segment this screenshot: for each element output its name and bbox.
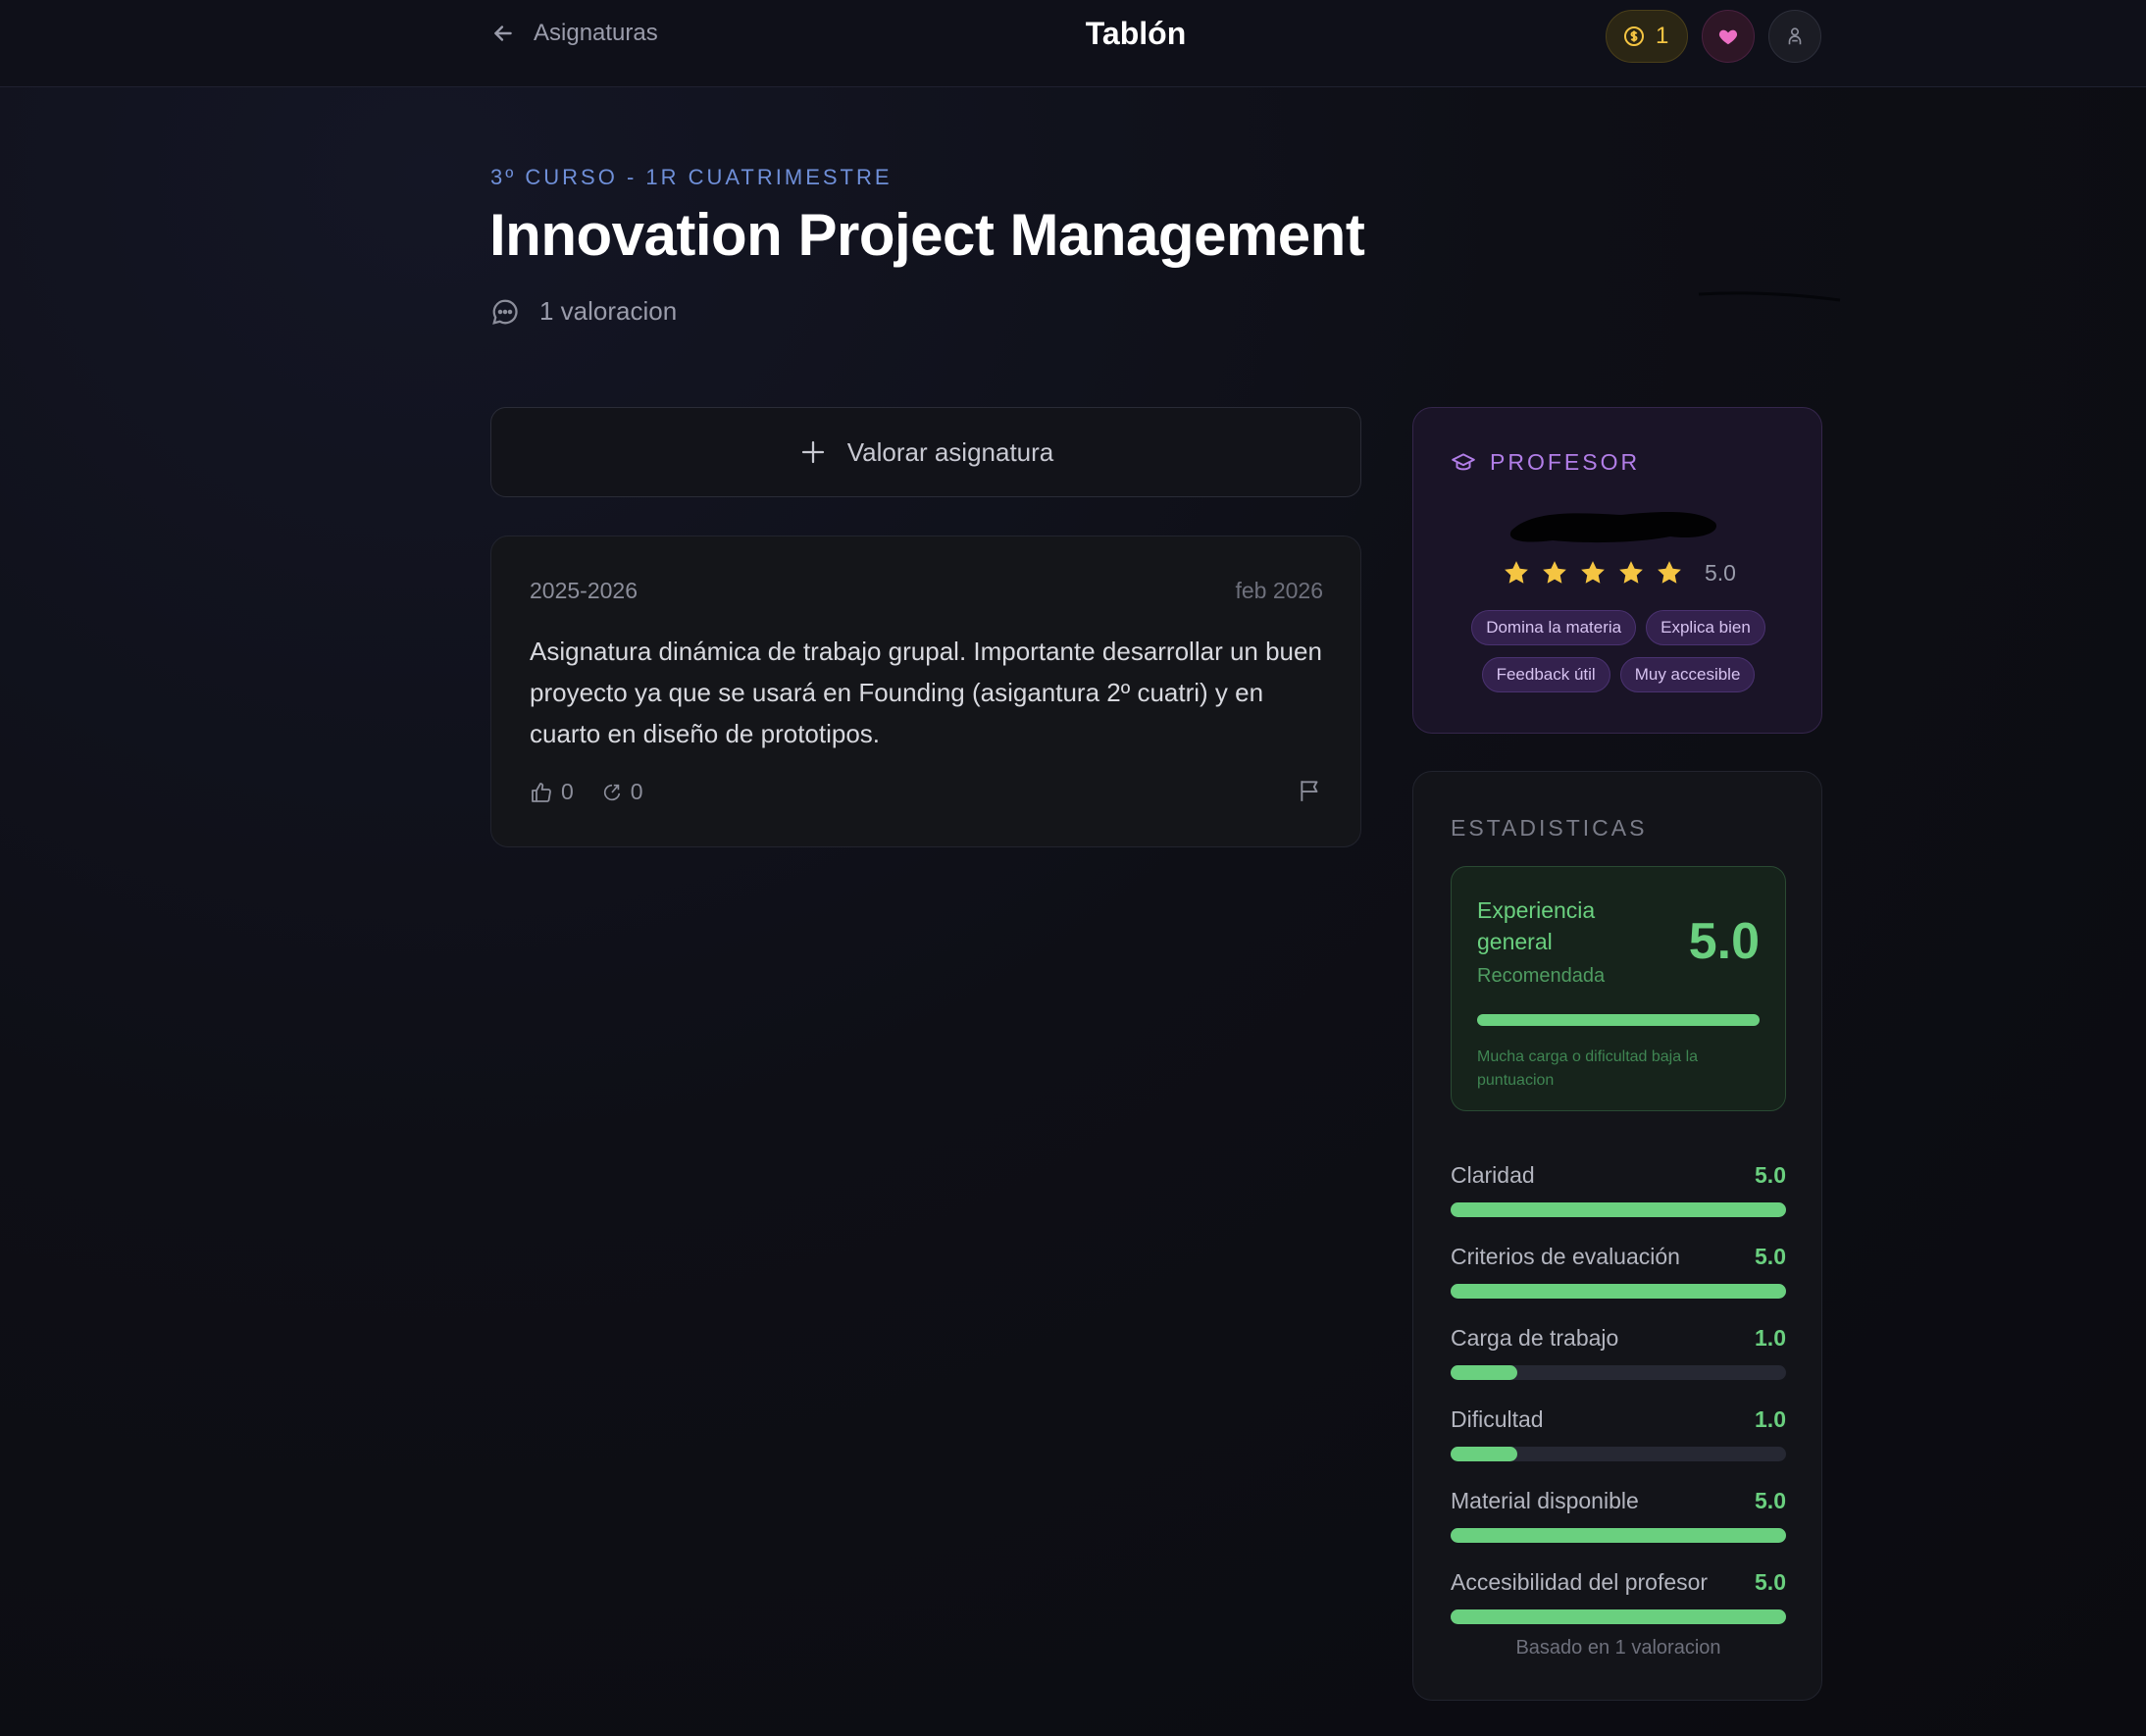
experience-label: Experiencia general [1477, 897, 1596, 954]
metric-name: Accesibilidad del profesor [1451, 1569, 1709, 1595]
metric-name: Claridad [1451, 1162, 1535, 1188]
metric-bar-fill [1451, 1202, 1786, 1217]
metric-bar-fill [1451, 1609, 1786, 1624]
star-icon [1619, 561, 1643, 584]
metric-value: 5.0 [1755, 1244, 1786, 1269]
stats-footer: Basado en 1 valoracion [1515, 1637, 1721, 1659]
metric-bar [1451, 1609, 1786, 1624]
professor-tags: Domina la materia Explica bien Feedback út… [1441, 610, 1796, 692]
metric-name: Criterios de evaluación [1451, 1244, 1680, 1269]
professor-tag: Explica bien [1646, 610, 1765, 645]
like-count: 0 [561, 779, 574, 804]
rate-course-label: Valorar asignatura [846, 436, 1054, 467]
star-icon [1581, 561, 1605, 584]
professor-tag: Domina la materia [1471, 610, 1637, 645]
rating-count: 1 valoracion [490, 296, 677, 327]
metric-bar [1451, 1365, 1786, 1380]
page-title: Tablón [1085, 16, 1187, 51]
metric-row: Criterios de evaluación 5.0 [1451, 1244, 1786, 1299]
redacted-name [1509, 512, 1716, 543]
flag-icon [1301, 781, 1318, 801]
like-button[interactable]: 0 [530, 779, 574, 805]
top-bar: Asignaturas Tablón 1 [0, 0, 2146, 87]
metric-row: Claridad 5.0 [1451, 1162, 1786, 1217]
review-year: 2025-2026 [530, 578, 638, 603]
star-icon [1658, 561, 1681, 584]
metric-bar [1451, 1202, 1786, 1217]
report-button[interactable] [1298, 778, 1323, 808]
experience-score: 5.0 [1688, 913, 1760, 970]
metric-name: Dificultad [1451, 1406, 1544, 1432]
experience-bar [1477, 1014, 1760, 1026]
favorites-button[interactable] [1702, 10, 1755, 63]
review-text: Asignatura dinámica de trabajo grupal. I… [530, 637, 1322, 748]
metric-row: Accesibilidad del profesor 5.0 [1451, 1569, 1786, 1624]
metric-bar-fill [1451, 1284, 1786, 1299]
heart-icon [1718, 29, 1738, 45]
experience-bar-fill [1477, 1014, 1760, 1026]
professor-tag: Muy accesible [1619, 657, 1756, 692]
professor-card: PROFESOR 5.0 Domina la materia Explica bi… [1412, 407, 1822, 734]
coin-icon [1624, 26, 1644, 46]
course-semester: 3º CURSO - 1R CUATRIMESTRE [490, 165, 893, 189]
professor-rating: 5.0 [1502, 558, 1736, 587]
stats-card: ESTADISTICAS Experiencia general Recomen… [1412, 771, 1822, 1701]
graduation-cap-icon [1452, 452, 1475, 470]
experience-card: Experiencia general Recomendada 5.0 Much… [1451, 866, 1786, 1111]
dislike-button[interactable]: 0 [601, 779, 643, 805]
star-icon [1505, 561, 1528, 584]
decorative-stroke [1698, 291, 1841, 302]
user-icon [1788, 27, 1802, 45]
professor-tag: Feedback útil [1481, 657, 1610, 692]
stats-heading: ESTADISTICAS [1451, 815, 1648, 841]
course-title: Innovation Project Management [489, 202, 1365, 268]
coin-count: 1 [1656, 23, 1669, 49]
profile-button[interactable] [1768, 10, 1821, 63]
metric-bar [1451, 1447, 1786, 1461]
rate-course-button[interactable]: Valorar asignatura [490, 407, 1361, 497]
professor-label-row: PROFESOR [1451, 449, 1640, 476]
metric-value: 1.0 [1755, 1325, 1786, 1351]
metric-bar-fill [1451, 1528, 1786, 1543]
review-date: feb 2026 [1235, 578, 1323, 603]
metric-name: Material disponible [1451, 1488, 1639, 1513]
metric-bar-fill [1451, 1365, 1518, 1380]
experience-note: Mucha carga o dificultad baja la puntuac… [1477, 1048, 1699, 1089]
metric-row: Carga de trabajo 1.0 [1451, 1325, 1786, 1380]
dislike-count: 0 [630, 779, 643, 804]
star-icon [1543, 561, 1566, 584]
metric-value: 5.0 [1755, 1488, 1786, 1513]
metric-row: Material disponible 5.0 [1451, 1488, 1786, 1543]
metric-bar [1451, 1284, 1786, 1299]
metric-row: Dificultad 1.0 [1451, 1406, 1786, 1461]
metric-name: Carga de trabajo [1451, 1325, 1619, 1351]
reaction-icon [603, 784, 620, 800]
metric-value: 5.0 [1755, 1162, 1786, 1188]
metric-value: 5.0 [1755, 1569, 1786, 1595]
professor-label: PROFESOR [1490, 449, 1641, 475]
metric-bar [1451, 1528, 1786, 1543]
metric-bar-fill [1451, 1447, 1518, 1461]
comment-icon [492, 299, 518, 325]
experience-recommendation: Recomendada [1477, 965, 1606, 987]
professor-score: 5.0 [1705, 559, 1736, 586]
metric-value: 1.0 [1755, 1406, 1786, 1432]
thumbs-up-icon [532, 782, 551, 802]
review-card: 2025-2026 feb 2026 Asignatura dinámica d… [490, 536, 1361, 847]
rating-count-label: 1 valoracion [539, 296, 678, 326]
coins-button[interactable]: 1 [1606, 10, 1688, 63]
plus-icon [801, 440, 824, 464]
